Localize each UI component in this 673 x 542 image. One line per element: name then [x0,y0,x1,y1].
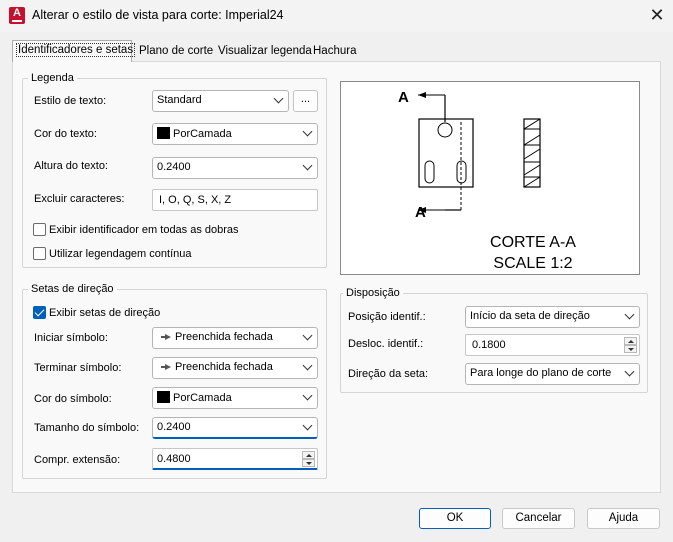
text-color-select[interactable]: PorCamada [152,123,318,145]
filled-arrow-icon [161,364,171,370]
arrow-direction-select[interactable]: Para longe do plano de corte [465,363,640,385]
arrow-direction-label: Direção da seta: [348,368,429,380]
id-position-label: Posição identif.: [348,311,426,323]
extension-label: Compr. extensão: [34,454,121,466]
tab-plano-de-corte[interactable]: Plano de corte [136,42,216,62]
spin-up-icon[interactable] [302,451,315,459]
section-preview-drawing: A A CORTE A-A SCALE 1:2 [398,89,576,272]
extension-spinner[interactable] [302,451,315,467]
show-arrows-label: Exibir setas de direção [49,307,161,319]
filled-arrow-icon [161,334,171,340]
browse-text-style-button[interactable]: ... [293,90,318,112]
help-button[interactable]: Ajuda [587,508,660,529]
preview-caption-line1: CORTE A-A [490,234,576,251]
tab-identificadores-e-setas[interactable]: Identificadores e setas [12,40,136,62]
end-symbol-label: Terminar símbolo: [34,362,122,374]
chevron-down-icon [624,366,635,377]
id-offset-label: Desloc. identif.: [348,338,424,350]
show-all-bends-checkbox[interactable] [33,223,46,236]
color-swatch [157,391,170,403]
spin-down-icon[interactable] [624,345,637,353]
preview-label-top: A [398,89,409,106]
text-height-select[interactable]: 0.2400 [152,157,318,179]
section-preview: A A CORTE A-A SCALE 1:2 [340,81,640,275]
id-position-select[interactable]: Início da seta de direção [465,306,640,328]
color-swatch [157,127,170,139]
disposicao-group-label: Disposição [343,287,403,299]
legenda-group-label: Legenda [28,72,77,84]
symbol-size-select[interactable]: 0.2400 [152,417,318,439]
text-color-label: Cor do texto: [34,128,97,140]
exclude-chars-input[interactable]: I, O, Q, S, X, Z [152,189,318,211]
tab-hachura[interactable]: Hachura [310,42,359,62]
text-style-label: Estilo de texto: [34,95,107,107]
autocad-app-icon: A [9,7,25,24]
chevron-down-icon [273,93,284,104]
start-symbol-select[interactable]: Preenchida fechada [152,327,318,349]
chevron-down-icon [302,330,313,341]
end-symbol-select[interactable]: Preenchida fechada [152,357,318,379]
symbol-size-label: Tamanho do símbolo: [34,422,140,434]
show-arrows-checkbox[interactable] [33,306,46,319]
window-title: Alterar o estilo de vista para corte: Im… [32,8,284,22]
continuous-labeling-checkbox[interactable] [33,247,46,260]
chevron-down-icon [302,360,313,371]
id-offset-input[interactable]: 0.1800 [465,334,640,356]
chevron-down-icon [302,390,313,401]
start-symbol-label: Iniciar símbolo: [34,332,108,344]
symbol-color-select[interactable]: PorCamada [152,387,318,409]
continuous-labeling-label: Utilizar legendagem contínua [49,248,192,260]
show-all-bends-label: Exibir identificador em todas as dobras [49,224,239,236]
cancel-button[interactable]: Cancelar [502,508,575,529]
chevron-down-icon [302,160,313,171]
preview-caption-line2: SCALE 1:2 [493,255,572,272]
ok-button[interactable]: OK [419,508,491,529]
chevron-down-icon [302,126,313,137]
text-style-select[interactable]: Standard [152,90,289,112]
chevron-down-icon [302,420,313,431]
text-height-label: Altura do texto: [34,160,108,172]
tab-visualizar-legenda[interactable]: Visualizar legenda [215,42,315,62]
preview-label-bottom: A [415,204,426,221]
exclude-chars-label: Excluir caracteres: [34,193,125,205]
symbol-color-label: Cor do símbolo: [34,393,112,405]
extension-input[interactable]: 0.4800 [152,448,318,470]
chevron-down-icon [624,309,635,320]
spin-up-icon[interactable] [624,337,637,345]
close-icon[interactable]: ✕ [646,5,668,27]
id-offset-spinner[interactable] [624,337,637,353]
spin-down-icon[interactable] [302,459,315,467]
setas-group-label: Setas de direção [28,283,117,295]
